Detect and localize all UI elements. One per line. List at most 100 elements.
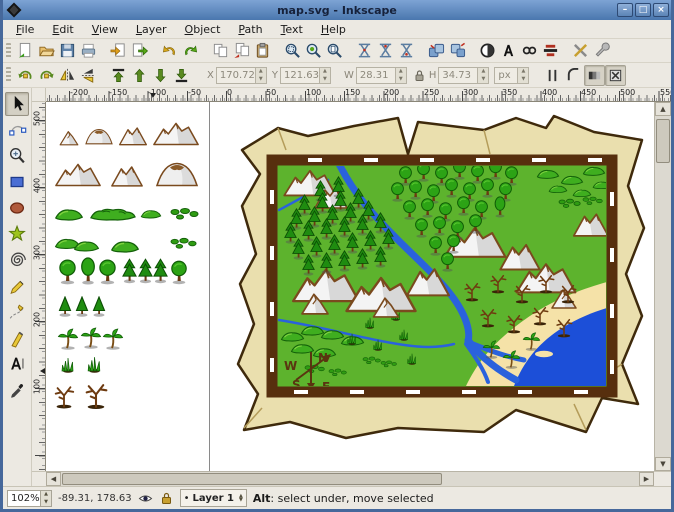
- duplicate-icon[interactable]: [231, 40, 252, 61]
- horizontal-scrollbar-trough[interactable]: [61, 472, 639, 486]
- horizontal-ruler[interactable]: -200 -150 -100 -50 0 50 100 150 200 250 …: [46, 88, 671, 102]
- y-label: Y: [272, 70, 278, 81]
- raise-to-top-icon[interactable]: [108, 65, 129, 86]
- zoom-drawing-icon[interactable]: [303, 40, 324, 61]
- save-document-icon[interactable]: [57, 40, 78, 61]
- dropper-tool[interactable]: [5, 378, 29, 402]
- scroll-left-icon[interactable]: ◀: [46, 472, 61, 486]
- menu-bar: File Edit View Layer Object Path Text He…: [3, 20, 671, 39]
- scroll-up-icon[interactable]: ▲: [655, 102, 671, 116]
- spin-up-icon[interactable]: ▲: [41, 491, 51, 499]
- menu-object[interactable]: Object: [176, 21, 230, 38]
- node-editor-tool[interactable]: [5, 118, 29, 142]
- spin-up-icon[interactable]: ▲: [396, 68, 406, 76]
- pen-tool[interactable]: [5, 300, 29, 324]
- spin-up-icon[interactable]: ▲: [320, 68, 330, 76]
- text-dialog-icon[interactable]: [498, 40, 519, 61]
- zoom-input[interactable]: 102% ▲▼: [7, 490, 52, 507]
- import-document-icon[interactable]: [108, 40, 129, 61]
- menu-view[interactable]: View: [83, 21, 127, 38]
- ungroup-icon[interactable]: [447, 40, 468, 61]
- move-gradients-toggle[interactable]: [584, 65, 605, 86]
- spin-down-icon[interactable]: ▼: [41, 498, 51, 506]
- lower-to-bottom-icon[interactable]: [171, 65, 192, 86]
- rectangle-tool[interactable]: [5, 170, 29, 194]
- undo-icon[interactable]: [159, 40, 180, 61]
- inkscape-preferences-icon[interactable]: [570, 40, 591, 61]
- unit-select[interactable]: px▲▼: [494, 67, 529, 84]
- flip-vertical-icon[interactable]: [78, 65, 99, 86]
- vertical-scrollbar-thumb[interactable]: [656, 119, 670, 163]
- lock-ratio-icon[interactable]: [412, 68, 427, 83]
- document-preferences-icon[interactable]: [591, 40, 612, 61]
- align-dialog-icon[interactable]: [540, 40, 561, 61]
- menu-file[interactable]: File: [7, 21, 43, 38]
- menu-layer[interactable]: Layer: [127, 21, 176, 38]
- group-icon[interactable]: [426, 40, 447, 61]
- print-document-icon[interactable]: [78, 40, 99, 61]
- minimize-button[interactable]: –: [617, 3, 633, 17]
- vertical-ruler[interactable]: 500 400 300 200 100: [32, 102, 46, 471]
- zoom-page-icon[interactable]: [324, 40, 345, 61]
- paste-icon[interactable]: [252, 40, 273, 61]
- rotate-90-ccw-icon[interactable]: [15, 65, 36, 86]
- vertical-scrollbar[interactable]: ▲ ▼: [654, 102, 671, 471]
- spin-up-icon[interactable]: ▲: [478, 68, 488, 76]
- x-input[interactable]: 170.72▲▼: [216, 67, 267, 84]
- flip-horizontal-icon[interactable]: [57, 65, 78, 86]
- ellipse-tool[interactable]: [5, 196, 29, 220]
- raise-icon[interactable]: [129, 65, 150, 86]
- menu-help[interactable]: Help: [312, 21, 355, 38]
- hourglass-1-icon[interactable]: [354, 40, 375, 61]
- xml-editor-icon[interactable]: [519, 40, 540, 61]
- redo-icon[interactable]: [180, 40, 201, 61]
- rotate-90-cw-icon[interactable]: [36, 65, 57, 86]
- fill-and-stroke-dialog-icon[interactable]: [477, 40, 498, 61]
- new-document-icon[interactable]: [15, 40, 36, 61]
- scale-stroke-toggle[interactable]: [542, 65, 563, 86]
- spin-down-icon[interactable]: ▼: [396, 75, 406, 83]
- scroll-down-icon[interactable]: ▼: [655, 457, 671, 471]
- menu-edit[interactable]: Edit: [43, 21, 82, 38]
- spin-down-icon[interactable]: ▼: [478, 75, 488, 83]
- toolbar-drag-handle[interactable]: [6, 43, 11, 59]
- pencil-tool[interactable]: [5, 274, 29, 298]
- zoom-selection-icon[interactable]: [282, 40, 303, 61]
- canvas[interactable]: W N S E: [46, 102, 654, 471]
- spin-up-icon[interactable]: ▲: [256, 68, 266, 76]
- calligraphy-tool[interactable]: [5, 326, 29, 350]
- maximize-button[interactable]: □: [635, 3, 651, 17]
- spin-down-icon[interactable]: ▼: [256, 75, 266, 83]
- horizontal-scrollbar[interactable]: ◀ ▶: [46, 471, 654, 486]
- vertical-scrollbar-trough[interactable]: [655, 116, 671, 457]
- menu-text[interactable]: Text: [272, 21, 312, 38]
- layer-selector[interactable]: • Layer 1 ▲▼: [180, 489, 247, 507]
- export-bitmap-icon[interactable]: [129, 40, 150, 61]
- spin-down-icon[interactable]: ▼: [518, 75, 528, 83]
- star-tool[interactable]: [5, 222, 29, 246]
- open-document-icon[interactable]: [36, 40, 57, 61]
- canvas-drawing[interactable]: W N S E: [46, 102, 654, 471]
- layer-lock-icon[interactable]: [159, 491, 174, 506]
- move-patterns-toggle[interactable]: [605, 65, 626, 86]
- scroll-right-icon[interactable]: ▶: [639, 472, 654, 486]
- close-button[interactable]: ×: [653, 3, 669, 17]
- w-input[interactable]: 28.31▲▼: [356, 67, 407, 84]
- copy-icon[interactable]: [210, 40, 231, 61]
- zoom-tool[interactable]: [5, 144, 29, 168]
- text-tool[interactable]: [5, 352, 29, 376]
- toolbar-drag-handle[interactable]: [6, 67, 11, 83]
- selector-tool[interactable]: [5, 92, 29, 116]
- menu-path[interactable]: Path: [229, 21, 271, 38]
- lower-icon[interactable]: [150, 65, 171, 86]
- scale-corners-toggle[interactable]: [563, 65, 584, 86]
- h-input[interactable]: 34.73▲▼: [438, 67, 489, 84]
- hourglass-3-icon[interactable]: [396, 40, 417, 61]
- horizontal-scrollbar-thumb[interactable]: [62, 473, 442, 485]
- spin-up-icon[interactable]: ▲: [518, 68, 528, 76]
- spin-down-icon[interactable]: ▼: [320, 75, 330, 83]
- y-input[interactable]: 121.63▲▼: [280, 67, 331, 84]
- layer-visibility-eye-icon[interactable]: [138, 491, 153, 506]
- hourglass-2-icon[interactable]: [375, 40, 396, 61]
- spiral-tool[interactable]: [5, 248, 29, 272]
